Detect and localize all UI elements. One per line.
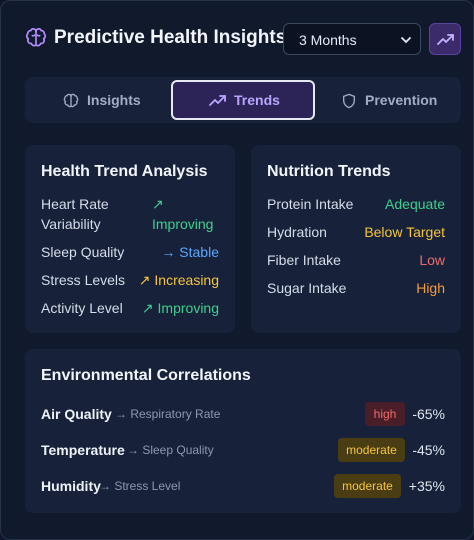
brain-icon: [63, 93, 79, 108]
health-trend-title: Health Trend Analysis: [41, 163, 208, 180]
trend-arrow-icon: →: [161, 244, 176, 260]
period-select-value: 3 Months: [299, 32, 357, 48]
health-trend-card: Health Trend Analysis Heart Rate Variabi…: [25, 145, 235, 333]
tab-insights-label: Insights: [87, 92, 141, 108]
status-text: Increasing: [154, 272, 219, 288]
trend-up-icon: [437, 34, 454, 45]
metric-status: ↗ Improving: [142, 298, 219, 318]
chevron-down-icon: [401, 37, 411, 44]
nutrition-title: Nutrition Trends: [267, 163, 391, 180]
factor-name: Humidity: [41, 478, 101, 494]
level-badge: high: [365, 402, 405, 426]
correlation-value: -65%: [412, 406, 445, 422]
metric-label: Heart Rate Variability: [41, 194, 109, 234]
factor-name: Temperature: [41, 442, 125, 458]
nutrient-label: Fiber Intake: [267, 252, 341, 268]
nutrient-status: Adequate: [385, 196, 445, 212]
tab-trends[interactable]: Trends: [171, 80, 315, 120]
insights-panel: Predictive Health Insights 3 Months Insi…: [0, 0, 474, 540]
status-text: Improving: [157, 300, 219, 316]
trend-arrow-icon: ↗: [152, 196, 164, 212]
correlation-row: Temperature → Sleep Quality moderate -45…: [41, 438, 445, 464]
environment-card: Environmental Correlations Air Quality →…: [25, 349, 461, 513]
metric-label: Activity Level: [41, 300, 123, 316]
trend-arrow-icon: ↗: [138, 272, 151, 288]
environment-title: Environmental Correlations: [41, 367, 251, 384]
trends-button[interactable]: [429, 23, 461, 55]
tab-trends-label: Trends: [234, 92, 280, 108]
status-text: Stable: [179, 244, 219, 260]
shield-icon: [343, 93, 355, 109]
tab-prevention[interactable]: Prevention: [319, 81, 457, 119]
factor-target: → Stress Level: [99, 479, 181, 493]
metric-label: Sleep Quality: [41, 244, 125, 260]
nutrition-card: Nutrition Trends Protein Intake Adequate…: [251, 145, 461, 333]
metric-label-line: Variability: [41, 216, 101, 232]
nutrient-label: Protein Intake: [267, 196, 354, 212]
metric-status: → Stable: [161, 242, 219, 262]
correlation-row: Humidity → Stress Level moderate +35%: [41, 474, 445, 500]
period-select[interactable]: 3 Months: [283, 23, 421, 55]
trend-arrow-icon: ↗: [141, 300, 154, 316]
status-text: Improving: [152, 216, 214, 232]
metric-label-line: Heart Rate: [41, 196, 109, 212]
level-badge: moderate: [334, 474, 401, 498]
tab-prevention-label: Prevention: [365, 92, 438, 108]
nutrient-label: Hydration: [267, 224, 327, 240]
factor-target: → Respiratory Rate: [115, 407, 221, 421]
page-title: Predictive Health Insights: [54, 27, 287, 48]
correlation-value: +35%: [408, 478, 445, 494]
brain-icon: [25, 28, 47, 47]
nutrient-status: Low: [419, 252, 445, 268]
nutrient-label: Sugar Intake: [267, 280, 347, 296]
metric-status: ↗ Improving: [152, 194, 213, 234]
level-badge: moderate: [338, 438, 405, 462]
metric-label: Stress Levels: [41, 272, 126, 288]
tab-bar: Insights Trends Prevention: [25, 77, 461, 123]
correlation-row: Air Quality → Respiratory Rate high -65%: [41, 402, 445, 428]
factor-name: Air Quality: [41, 406, 112, 422]
nutrient-status: High: [416, 280, 445, 296]
nutrient-status: Below Target: [364, 224, 445, 240]
trend-up-icon: [209, 95, 226, 106]
header: Predictive Health Insights 3 Months: [25, 23, 461, 55]
correlation-value: -45%: [412, 442, 445, 458]
tab-insights[interactable]: Insights: [29, 81, 167, 119]
metric-status: ↗ Increasing: [139, 270, 219, 290]
factor-target: → Sleep Quality: [127, 443, 214, 457]
